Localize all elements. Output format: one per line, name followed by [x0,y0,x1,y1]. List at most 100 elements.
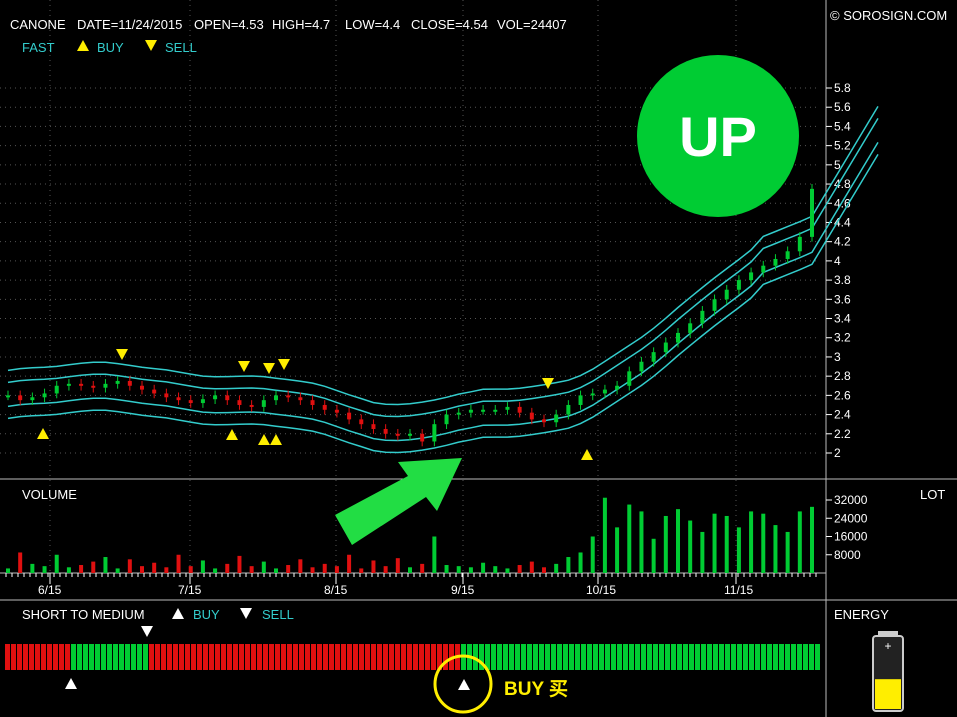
indicator-bar [341,644,346,670]
volume-bar [408,567,412,573]
indicator-bar [149,644,154,670]
candle-body [481,409,486,412]
indicator-bar [701,644,706,670]
volume-bar [237,555,242,573]
indicator-bar [779,644,784,670]
indicator-bar [251,644,256,670]
volume-unit-label: LOT [920,487,945,502]
indicator-bar [443,644,448,670]
stock-chart: CANONE DATE=11/24/2015 OPEN=4.53 HIGH=4.… [0,0,957,717]
candle-body [6,395,10,398]
volume-bar [749,511,754,573]
indicator-bar [599,644,604,670]
volume-bar [103,557,108,573]
buy-callout-text: BUY 买 [504,679,568,700]
indicator-bar [323,644,328,670]
legend-buy: BUY [97,40,124,55]
candle-body [152,389,157,394]
indicator-bar [575,644,580,670]
volume-bar [481,562,486,573]
volume-bar [213,568,218,573]
indicator-bar [629,644,634,670]
indicator-bar [257,644,262,670]
volume-bar [651,538,656,573]
indicator-bar [521,644,526,670]
indicator-bar [383,644,388,670]
indicator-bar [581,644,586,670]
candle-body [602,389,607,394]
candle-body [127,380,132,386]
volume-bar [529,561,534,573]
volume-bar [700,531,705,573]
indicator-bar [389,644,394,670]
date-tick-2: 8/15 [324,583,348,597]
price-tick-9: 4 [834,254,841,268]
candle-body [371,424,376,429]
volume-bar [542,567,546,573]
candle-body [724,289,729,300]
copyright-label: © SOROSIGN.COM [830,8,947,23]
indicator-bar [131,644,136,670]
indicator-bar [533,644,538,670]
volume-bar [712,513,717,573]
indicator-bar [551,644,556,670]
indicator-bar [635,644,640,670]
candle-body [42,393,47,398]
candle-body [505,406,510,410]
candle-body [785,251,790,259]
indicator-bar [755,644,760,670]
indicator-bar [413,644,418,670]
candle-body [627,371,632,386]
candle-body [347,412,352,420]
volume-bar [359,568,364,573]
open-label: OPEN=4.53 [194,17,264,32]
indicator-bar [401,644,406,670]
legend-sell: SELL [165,40,197,55]
indicator-bar [5,644,10,670]
volume-bar [176,554,181,573]
indicator-bar [749,644,754,670]
indicator-bar [617,644,622,670]
price-tick-5: 4.8 [834,177,851,191]
indicator-bar [677,644,682,670]
volume-bar [249,566,254,573]
price-tick-11: 3.6 [834,292,851,306]
candle-body [395,433,400,436]
volume-bar [188,566,193,573]
indicator-bar [95,644,100,670]
volume-bar [797,511,802,573]
volume-bar [225,563,230,573]
indicator-bar [191,644,196,670]
indicator-bar [263,644,268,670]
candle-body [590,393,595,396]
indicator-bar [653,644,658,670]
indicator-bar [77,644,82,670]
indicator-bar [425,644,430,670]
indicator-bar [17,644,22,670]
candle-body [517,406,522,413]
volume-bar [456,566,461,573]
volume-bar [785,531,790,573]
candle-body [213,395,218,400]
indicator-bar [737,644,742,670]
indicator-bar [185,644,190,670]
price-tick-14: 3 [834,350,841,364]
indicator-bar [47,644,52,670]
volume-bar [602,497,607,573]
indicator-bar [227,644,232,670]
indicator-bar [761,644,766,670]
indicator-bar [173,644,178,670]
indicator-bar [773,644,778,670]
volume-bar [30,563,35,573]
close-label: CLOSE=4.54 [411,17,488,32]
candle-body [164,393,169,398]
date-tick-4: 10/15 [586,583,616,597]
indicator-bar [563,644,568,670]
candle-body [554,414,559,423]
indicator-bar [707,644,712,670]
indicator-bar [161,644,166,670]
volume-bar [505,568,510,573]
candle-body [334,409,339,413]
indicator-bar [695,644,700,670]
candle-body [237,400,242,405]
